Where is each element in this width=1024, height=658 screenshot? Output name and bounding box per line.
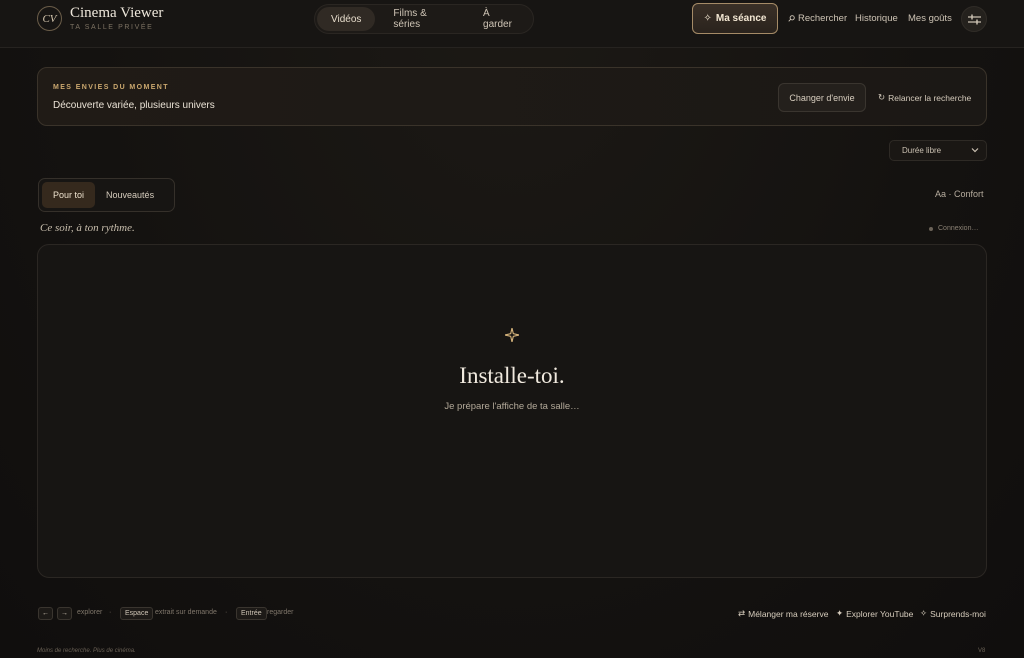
explore-youtube-button[interactable]: ✦ Explorer YouTube (836, 608, 913, 619)
relaunch-search-button[interactable]: ↻ Relancer la recherche (878, 92, 971, 103)
settings-button[interactable] (961, 6, 987, 32)
footer-note: Moins de recherche. Plus de cinéma. (37, 648, 136, 654)
connection-status-text: Connexion… (938, 225, 979, 232)
sub-tabs: Pour toi Nouveautés (38, 178, 175, 212)
next-key: → (57, 607, 72, 620)
mood-value: Découverte variée, plusieurs univers (53, 100, 215, 111)
tastes-link[interactable]: Mes goûts (908, 13, 952, 24)
top-header: CV Cinema Viewer TA SALLE PRIVÉE Vidéos … (0, 0, 1024, 48)
app-subtitle: TA SALLE PRIVÉE (70, 24, 154, 31)
space-hint: extrait sur demande (155, 609, 217, 616)
tab-videos[interactable]: Vidéos (317, 7, 376, 31)
explore-youtube-label: Explorer YouTube (846, 608, 914, 619)
duration-select[interactable]: Durée libre (889, 140, 987, 161)
enter-hint: regarder (267, 609, 294, 616)
surprise-button[interactable]: ✧ Surprends-moi (920, 608, 986, 619)
history-link[interactable]: Historique (855, 13, 898, 24)
connection-status: Connexion… (929, 225, 978, 232)
shuffle-button[interactable]: ⇄ Mélanger ma réserve (738, 608, 828, 619)
stage-title: Installe-toi. (459, 363, 565, 388)
sparkle-icon: ✧ (703, 13, 712, 24)
space-key: Espace (120, 607, 154, 620)
tagline: Ce soir, à ton rythme. (40, 222, 135, 234)
mood-heading: MES ENVIES DU MOMENT (53, 84, 169, 91)
sparkle-icon: ✦ (836, 608, 844, 618)
search-link[interactable]: Rechercher (788, 13, 847, 24)
ma-seance-label: Ma séance (715, 13, 767, 24)
shuffle-icon: ⇄ (738, 608, 746, 618)
display-mode-toggle[interactable]: Aa · Confort (935, 189, 984, 199)
main-tabs: Vidéos Films & séries À garder (314, 4, 534, 34)
enter-key: Entrée (236, 607, 267, 620)
main-stage: Installe-toi. Je prépare l'affiche de ta… (37, 244, 987, 578)
relaunch-label: Relancer la recherche (888, 92, 972, 103)
chevron-down-icon (971, 148, 979, 153)
logo[interactable]: CV (37, 6, 62, 31)
prev-key: ← (38, 607, 53, 620)
mood-panel: MES ENVIES DU MOMENT Découverte variée, … (37, 67, 987, 126)
search-label: Rechercher (798, 13, 848, 24)
sparkle-icon (505, 328, 519, 342)
logo-text: CV (42, 12, 57, 25)
status-dot-icon (929, 226, 933, 231)
tab-a-garder[interactable]: À garder (469, 7, 531, 31)
surprise-label: Surprends-moi (930, 608, 986, 619)
search-icon (788, 15, 795, 22)
change-mood-button[interactable]: Changer d'envie (778, 83, 866, 112)
separator-dot: · (109, 609, 112, 616)
ma-seance-button[interactable]: ✧ Ma séance (692, 3, 778, 34)
tab-pour-toi[interactable]: Pour toi (42, 182, 96, 208)
version-label: V8 (978, 648, 986, 654)
shuffle-label: Mélanger ma réserve (748, 608, 829, 619)
stage-subtitle: Je prépare l'affiche de ta salle… (444, 401, 580, 412)
refresh-icon: ↻ (878, 92, 886, 102)
separator-dot: · (225, 609, 228, 616)
tab-films-series[interactable]: Films & séries (379, 7, 463, 31)
app-title: Cinema Viewer (70, 5, 164, 21)
tab-nouveautes[interactable]: Nouveautés (95, 182, 165, 208)
sliders-icon (967, 14, 981, 24)
explore-hint: explorer (77, 609, 103, 616)
sparkle-icon: ✧ (920, 608, 928, 618)
duration-value: Durée libre (902, 146, 942, 155)
